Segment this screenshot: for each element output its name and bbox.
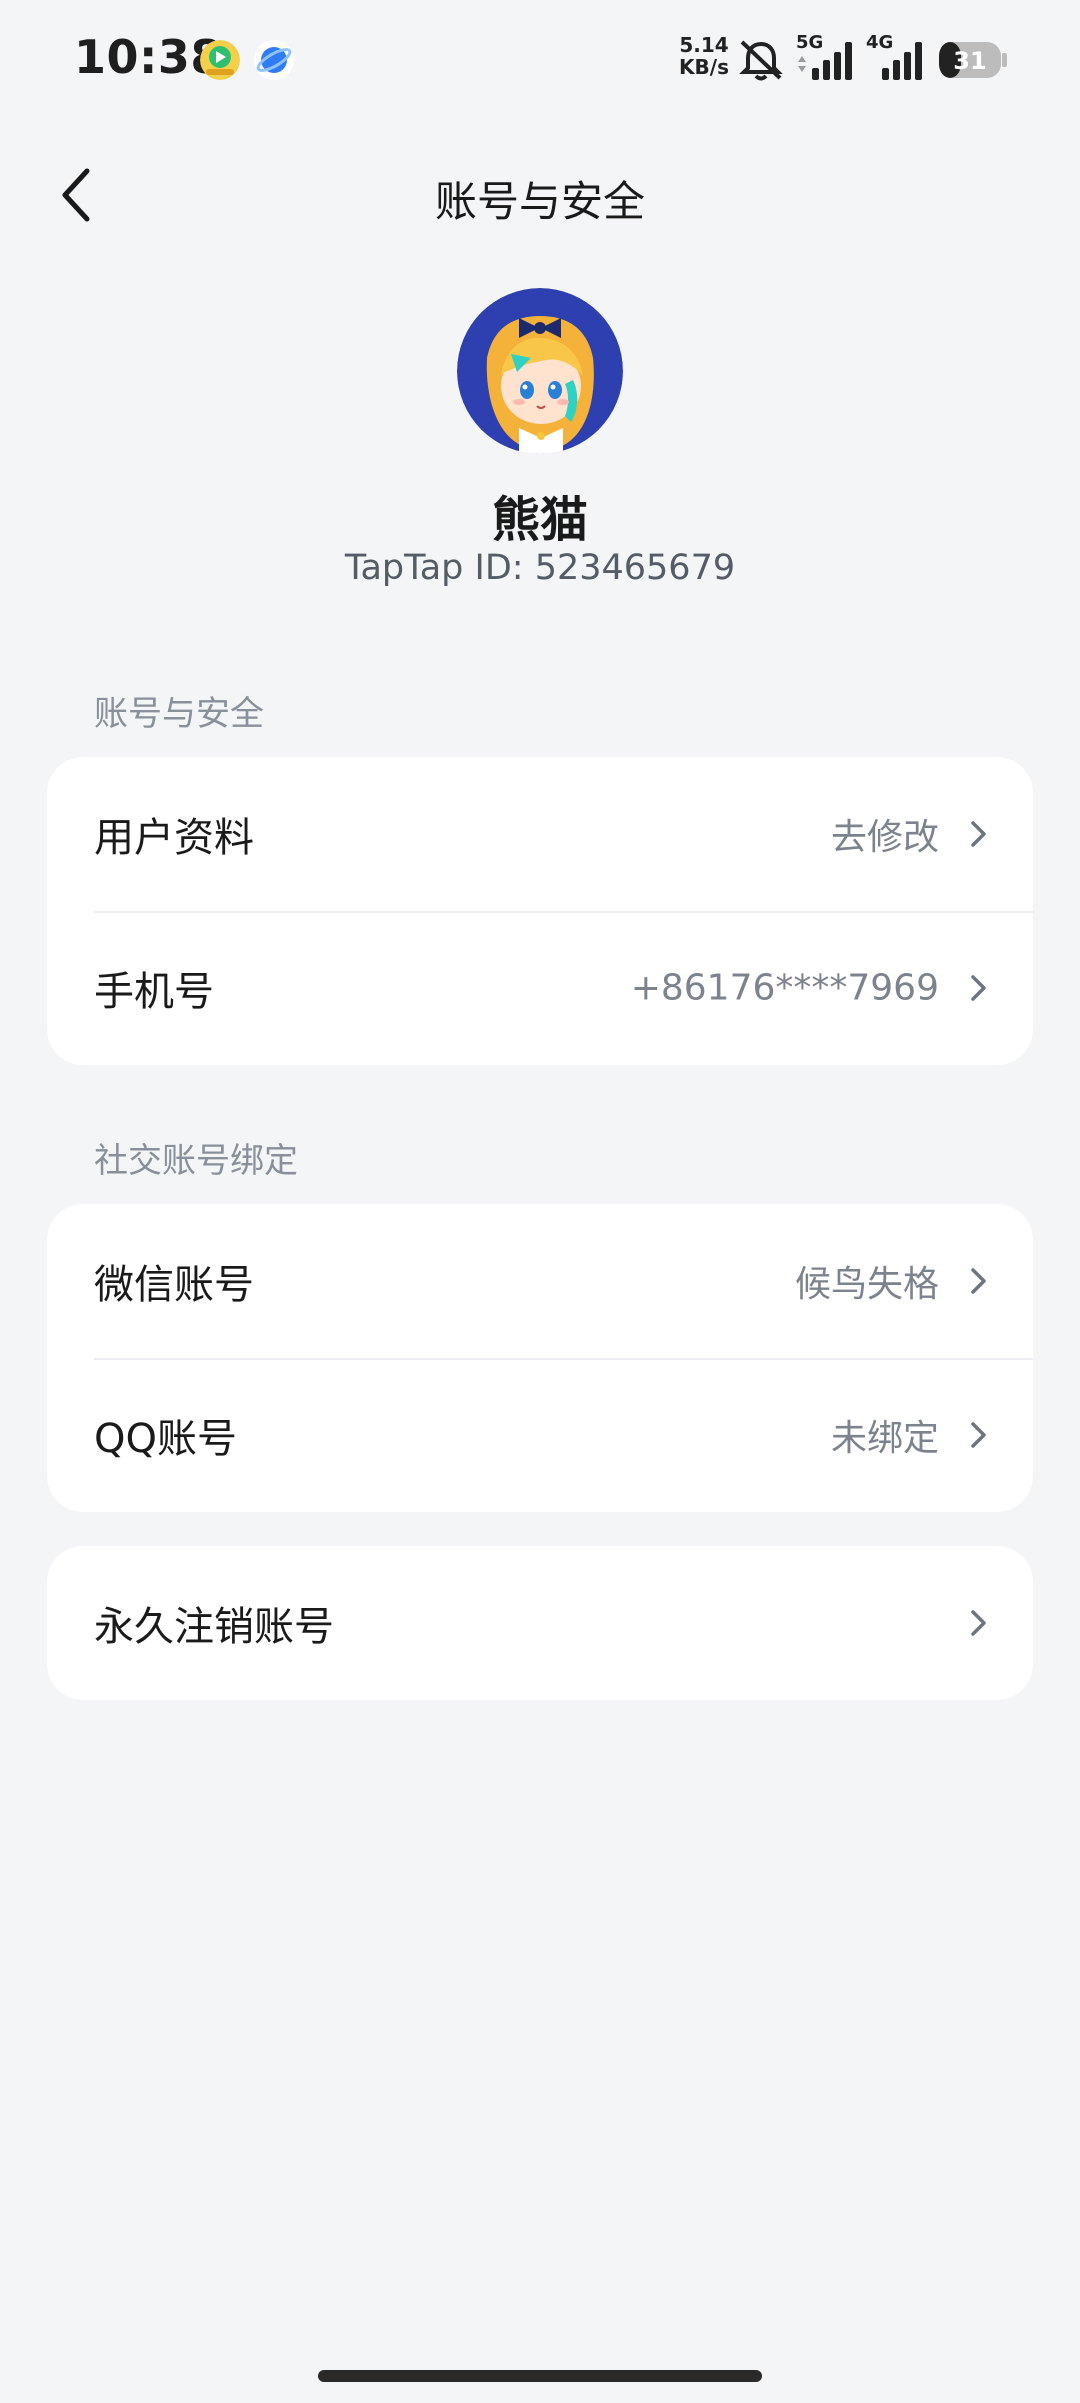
avatar[interactable] [457,288,623,454]
row-phone-number[interactable]: 手机号 +86176****7969 [47,911,1033,1065]
nav-header: 账号与安全 [0,150,1080,240]
profile-id: TapTap ID: 523465679 [344,548,736,588]
account-card: 用户资料 去修改 手机号 +86176****7969 [47,757,1033,1065]
profile-name: 熊猫 [491,492,588,548]
row-user-profile[interactable]: 用户资料 去修改 [47,757,1033,911]
row-value: 去修改 [830,817,939,858]
chevron-right-icon [971,821,986,847]
row-label: 永久注销账号 [94,1604,334,1650]
chevron-right-icon [971,1610,986,1636]
network-speed-value: 5.14 [679,33,729,57]
row-label: 用户资料 [94,815,254,861]
network-speed-unit: KB/s [679,55,729,79]
status-bar: 10:38 5.14 KB/s 5G 4G 31 [0,0,1080,124]
danger-card: 永久注销账号 [47,1546,1033,1700]
row-delete-account[interactable]: 永久注销账号 [47,1546,1033,1700]
page-title: 账号与安全 [434,177,645,226]
battery-level: 31 [953,47,986,75]
chevron-right-icon [971,1422,986,1448]
chevron-right-icon [971,1268,986,1294]
row-label: QQ账号 [94,1416,237,1462]
row-wechat-account[interactable]: 微信账号 候鸟失格 [47,1204,1033,1358]
row-value: +86176****7969 [630,967,939,1009]
home-indicator[interactable] [318,2370,762,2382]
mute-icon [739,40,783,81]
video-app-icon [200,40,240,80]
row-label: 手机号 [94,969,214,1015]
section-label-account: 账号与安全 [94,694,264,734]
browser-app-icon [254,40,294,80]
signal-4g-icon [882,42,922,80]
row-qq-account[interactable]: QQ账号 未绑定 [47,1358,1033,1512]
social-card: 微信账号 候鸟失格 QQ账号 未绑定 [47,1204,1033,1512]
signal-5g-icon [798,42,852,80]
row-value: 未绑定 [830,1418,939,1459]
section-label-social: 社交账号绑定 [94,1141,298,1181]
battery-icon: 31 [939,42,1007,78]
row-label: 微信账号 [94,1262,254,1308]
chevron-right-icon [971,975,986,1001]
network-speed: 5.14 KB/s [676,34,732,78]
row-value: 候鸟失格 [794,1264,939,1305]
